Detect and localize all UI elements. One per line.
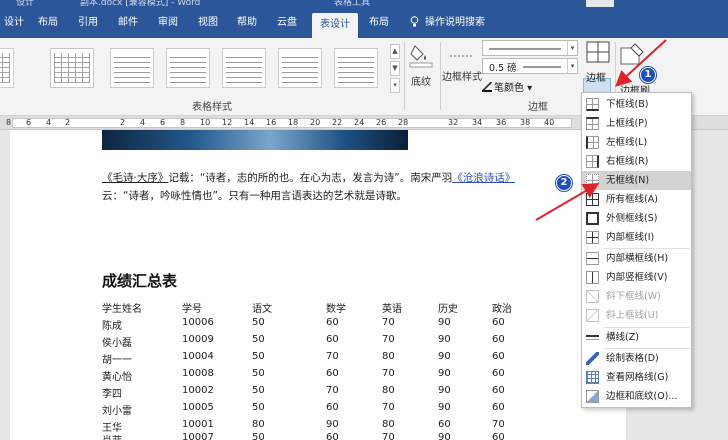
border-top-icon (586, 117, 599, 130)
horizontal-line-icon (586, 331, 599, 344)
tab-review[interactable]: 审阅 (150, 8, 186, 38)
line-style-preview (489, 48, 561, 50)
inserted-image[interactable] (102, 130, 408, 150)
context-tab-title: 表格工具 (334, 0, 371, 8)
shading-button[interactable]: 底纹 (406, 42, 436, 88)
hyperlink[interactable]: 《沧浪诗话》 (452, 172, 515, 184)
line-style-select[interactable]: ▾ (482, 40, 578, 56)
view-gridlines-icon (586, 371, 599, 384)
window-title: 副本.docx [兼容模式] - Word (80, 0, 201, 8)
group-borders-label: 边框 (528, 102, 548, 113)
group-table-styles-label: 表格样式 (192, 102, 232, 113)
diagonal-down-border-icon (586, 290, 599, 303)
paint-bucket-icon (409, 45, 433, 68)
tab-table-layout[interactable]: 布局 (361, 8, 397, 38)
gallery-more-icon[interactable]: ▾ (390, 78, 400, 93)
border-outside-icon (586, 212, 599, 225)
paragraph-text: 记载：“诗者，志的所的也。在心为志，发言为诗”。南宋严羽 (168, 172, 453, 184)
quoted-title: 《毛诗·大序》 (102, 172, 169, 184)
tab-layout[interactable]: 布局 (30, 8, 66, 38)
tab-references[interactable]: 引用 (70, 8, 106, 38)
tell-me-label: 操作说明搜索 (425, 17, 485, 28)
pen-color-button[interactable]: 笔颜色 ▾ (482, 79, 532, 94)
line-style-dropdown-icon[interactable]: ▾ (567, 41, 577, 55)
border-inside-vertical-icon (586, 271, 599, 284)
document-page[interactable]: 《毛诗·大序》记载：“诗者，志的所的也。在心为志，发言为诗”。南宋严羽《沧浪诗话… (10, 130, 626, 440)
border-styles-label: 边框样式 (442, 72, 482, 83)
menu-item-inside-vertical-border[interactable]: 内部竖框线(V) (582, 268, 691, 287)
table-style-thumb[interactable] (0, 48, 14, 88)
menu-item-diagonal-down-border: 斜下框线(W) (582, 287, 691, 306)
table-style-thumb[interactable] (334, 48, 378, 88)
tab-view[interactable]: 视图 (190, 8, 226, 38)
borders-grid-icon (586, 41, 610, 63)
menu-item-horizontal-line[interactable]: 横线(Z) (582, 328, 691, 347)
table-style-thumb[interactable] (50, 48, 94, 88)
tab-table-design[interactable]: 表设计 (312, 13, 358, 38)
border-inside-icon (586, 231, 599, 244)
line-weight-value: 0.5 磅 (489, 63, 517, 74)
border-right-icon (586, 155, 599, 168)
line-weight-select[interactable]: 0.5 磅 ▾ (482, 58, 578, 74)
diagonal-up-border-icon (586, 309, 599, 322)
ribbon-tab-bar: 设计 布局 引用 邮件 审阅 视图 帮助 云盘 表设计 布局 操作说明搜索 (0, 8, 728, 38)
menu-item-right-border[interactable]: 右框线(R) (582, 152, 691, 171)
border-styles-button[interactable]: 边框样式 (442, 68, 482, 83)
menu-item-borders-and-shading[interactable]: 边框和底纹(O)... (582, 387, 691, 406)
body-paragraph-line1[interactable]: 《毛诗·大序》记载：“诗者，志的所的也。在心为志，发言为诗”。南宋严羽《沧浪诗话… (102, 170, 515, 185)
step-1-badge: 1 (640, 67, 656, 83)
table-title[interactable]: 成绩汇总表 (102, 270, 177, 291)
line-weight-dropdown-icon[interactable]: ▾ (567, 59, 577, 73)
border-painter-icon (620, 43, 644, 65)
step-2-badge: 2 (556, 175, 572, 191)
table-style-thumb[interactable] (166, 48, 210, 88)
menu-item-inside-horizontal-border[interactable]: 内部横框线(H) (582, 249, 691, 268)
line-weight-preview (523, 66, 561, 68)
pen-color-label: 笔颜色 (494, 83, 524, 94)
title-bar: 设计 副本.docx [兼容模式] - Word 表格工具 (0, 0, 728, 8)
shading-label: 底纹 (411, 77, 431, 88)
table-style-thumb[interactable] (278, 48, 322, 88)
gallery-up-icon[interactable]: ▲ (390, 44, 400, 59)
menu-item-left-border[interactable]: 左框线(L) (582, 133, 691, 152)
lightbulb-icon (410, 16, 419, 27)
border-none-icon (586, 174, 599, 187)
border-bottom-icon (586, 98, 599, 111)
tab-help[interactable]: 帮助 (229, 8, 265, 38)
menu-item-all-borders[interactable]: 所有框线(A) (582, 190, 691, 209)
borders-dropdown-menu: 下框线(B) 上框线(P) 左框线(L) 右框线(R) 无框线(N) 所有框线(… (581, 92, 692, 408)
menu-item-bottom-border[interactable]: 下框线(B) (582, 95, 691, 114)
table-style-thumb[interactable] (222, 48, 266, 88)
body-paragraph-line2[interactable]: 云：“诗者，吟咏性情也”。只有一种用言语表达的艺术就是诗歌。 (102, 188, 407, 203)
pen-color-icon (482, 82, 492, 92)
table-style-thumb[interactable] (110, 48, 154, 88)
border-left-icon (586, 136, 599, 149)
tab-design[interactable]: 设计 (0, 8, 32, 38)
border-inside-horizontal-icon (586, 252, 599, 265)
login-button[interactable] (586, 0, 614, 7)
menu-item-no-border[interactable]: 无框线(N) (582, 171, 691, 190)
tab-cloud[interactable]: 云盘 (269, 8, 305, 38)
menu-item-inside-borders[interactable]: 内部框线(I) (582, 228, 691, 247)
border-style-preview (450, 55, 474, 57)
tab-mailings[interactable]: 邮件 (110, 8, 146, 38)
gallery-scroll: ▲ ▼ ▾ (390, 44, 400, 94)
borders-shading-icon (586, 390, 599, 403)
tell-me-search[interactable]: 操作说明搜索 (402, 8, 493, 38)
menu-item-top-border[interactable]: 上框线(P) (582, 114, 691, 133)
menu-item-view-gridlines[interactable]: 查看网格线(G) (582, 368, 691, 387)
border-all-icon (586, 193, 599, 206)
window-title-fragment: 设计 (16, 0, 35, 8)
draw-table-icon (586, 352, 599, 365)
menu-item-draw-table[interactable]: 绘制表格(D) (582, 349, 691, 368)
borders-button-label: 边框 (586, 73, 606, 84)
menu-item-diagonal-up-border: 斜上框线(U) (582, 306, 691, 325)
menu-item-outside-borders[interactable]: 外侧框线(S) (582, 209, 691, 228)
gallery-down-icon[interactable]: ▼ (390, 61, 400, 76)
